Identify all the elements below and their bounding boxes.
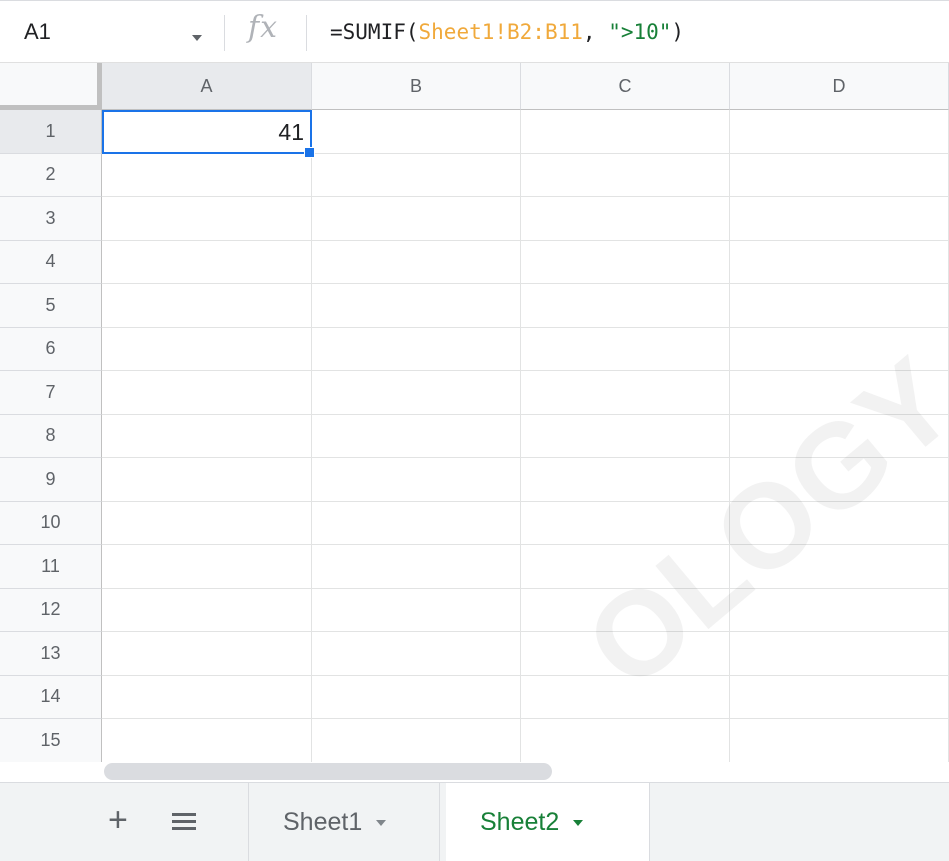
scrollbar-thumb[interactable] [104,763,552,780]
row-header-1[interactable]: 1 [0,110,102,154]
row-header-12[interactable]: 12 [0,588,102,632]
cell-a1[interactable]: 41 [102,110,312,154]
row-gridline [102,718,949,719]
row-gridline [102,239,949,241]
row-gridline [102,457,949,458]
row-gridline [102,413,949,415]
formula-suffix: ) [671,20,685,44]
row-header-4[interactable]: 4 [0,240,102,284]
formula-input[interactable]: =SUMIF(Sheet1!B2:B11, ">10") [330,20,684,44]
horizontal-scrollbar[interactable] [0,762,949,782]
name-box[interactable]: A1 [0,1,225,63]
row-header-2[interactable]: 2 [0,153,102,197]
sheet-tab-sheet1[interactable]: Sheet1 [248,783,440,861]
column-header-d[interactable]: D [730,63,949,110]
divider [306,15,307,51]
row-header-10[interactable]: 10 [0,501,102,545]
row-header-14[interactable]: 14 [0,675,102,719]
row-header-5[interactable]: 5 [0,284,102,328]
column-gridline [520,110,521,762]
select-all-corner[interactable] [0,63,102,110]
divider [224,15,225,51]
row-header-13[interactable]: 13 [0,632,102,676]
row-gridline [102,326,949,328]
column-header-a[interactable]: A [102,63,312,110]
column-gridline [311,110,312,762]
spreadsheet-grid[interactable]: A B C D 1 2 3 4 5 6 7 8 9 10 11 12 13 14 15 41 [0,63,949,762]
row-header-11[interactable]: 11 [0,545,102,589]
formula-range-reference: Sheet1!B2:B11 [418,20,583,44]
row-gridline [102,196,949,197]
sheet-tab-label: Sheet1 [283,808,363,836]
column-gridline [729,110,730,762]
caret-down-icon[interactable] [192,35,202,41]
row-header-8[interactable]: 8 [0,414,102,458]
row-header-9[interactable]: 9 [0,458,102,502]
row-gridline [102,283,949,284]
caret-down-icon[interactable] [376,819,387,826]
formula-prefix: =SUMIF( [330,20,419,44]
name-box-value: A1 [24,19,51,44]
formula-string-literal: ">10" [608,20,672,44]
row-header-7[interactable]: 7 [0,371,102,415]
fx-icon: fx [248,10,279,45]
row-header-3[interactable]: 3 [0,197,102,241]
column-header-b[interactable]: B [312,63,521,110]
sheet-tabs-bar: + Sheet1 Sheet2 [0,782,949,861]
row-header-15[interactable]: 15 [0,719,102,762]
plus-icon[interactable]: + [108,803,128,837]
formula-bar: A1 fx =SUMIF(Sheet1!B2:B11, ">10") [0,0,949,63]
row-gridline [102,370,949,371]
row-gridline [102,500,949,502]
row-gridline [102,674,949,676]
column-header-c[interactable]: C [521,63,730,110]
list-icon[interactable] [172,813,196,833]
row-gridline [102,631,949,632]
row-gridline [102,544,949,545]
caret-down-icon[interactable] [573,819,584,826]
fill-handle[interactable] [304,147,315,158]
sheet-tab-sheet2[interactable]: Sheet2 [446,783,650,861]
row-header-6[interactable]: 6 [0,327,102,371]
row-gridline [102,587,949,589]
sheet-tab-label: Sheet2 [480,808,560,836]
formula-separator: , [582,20,609,44]
